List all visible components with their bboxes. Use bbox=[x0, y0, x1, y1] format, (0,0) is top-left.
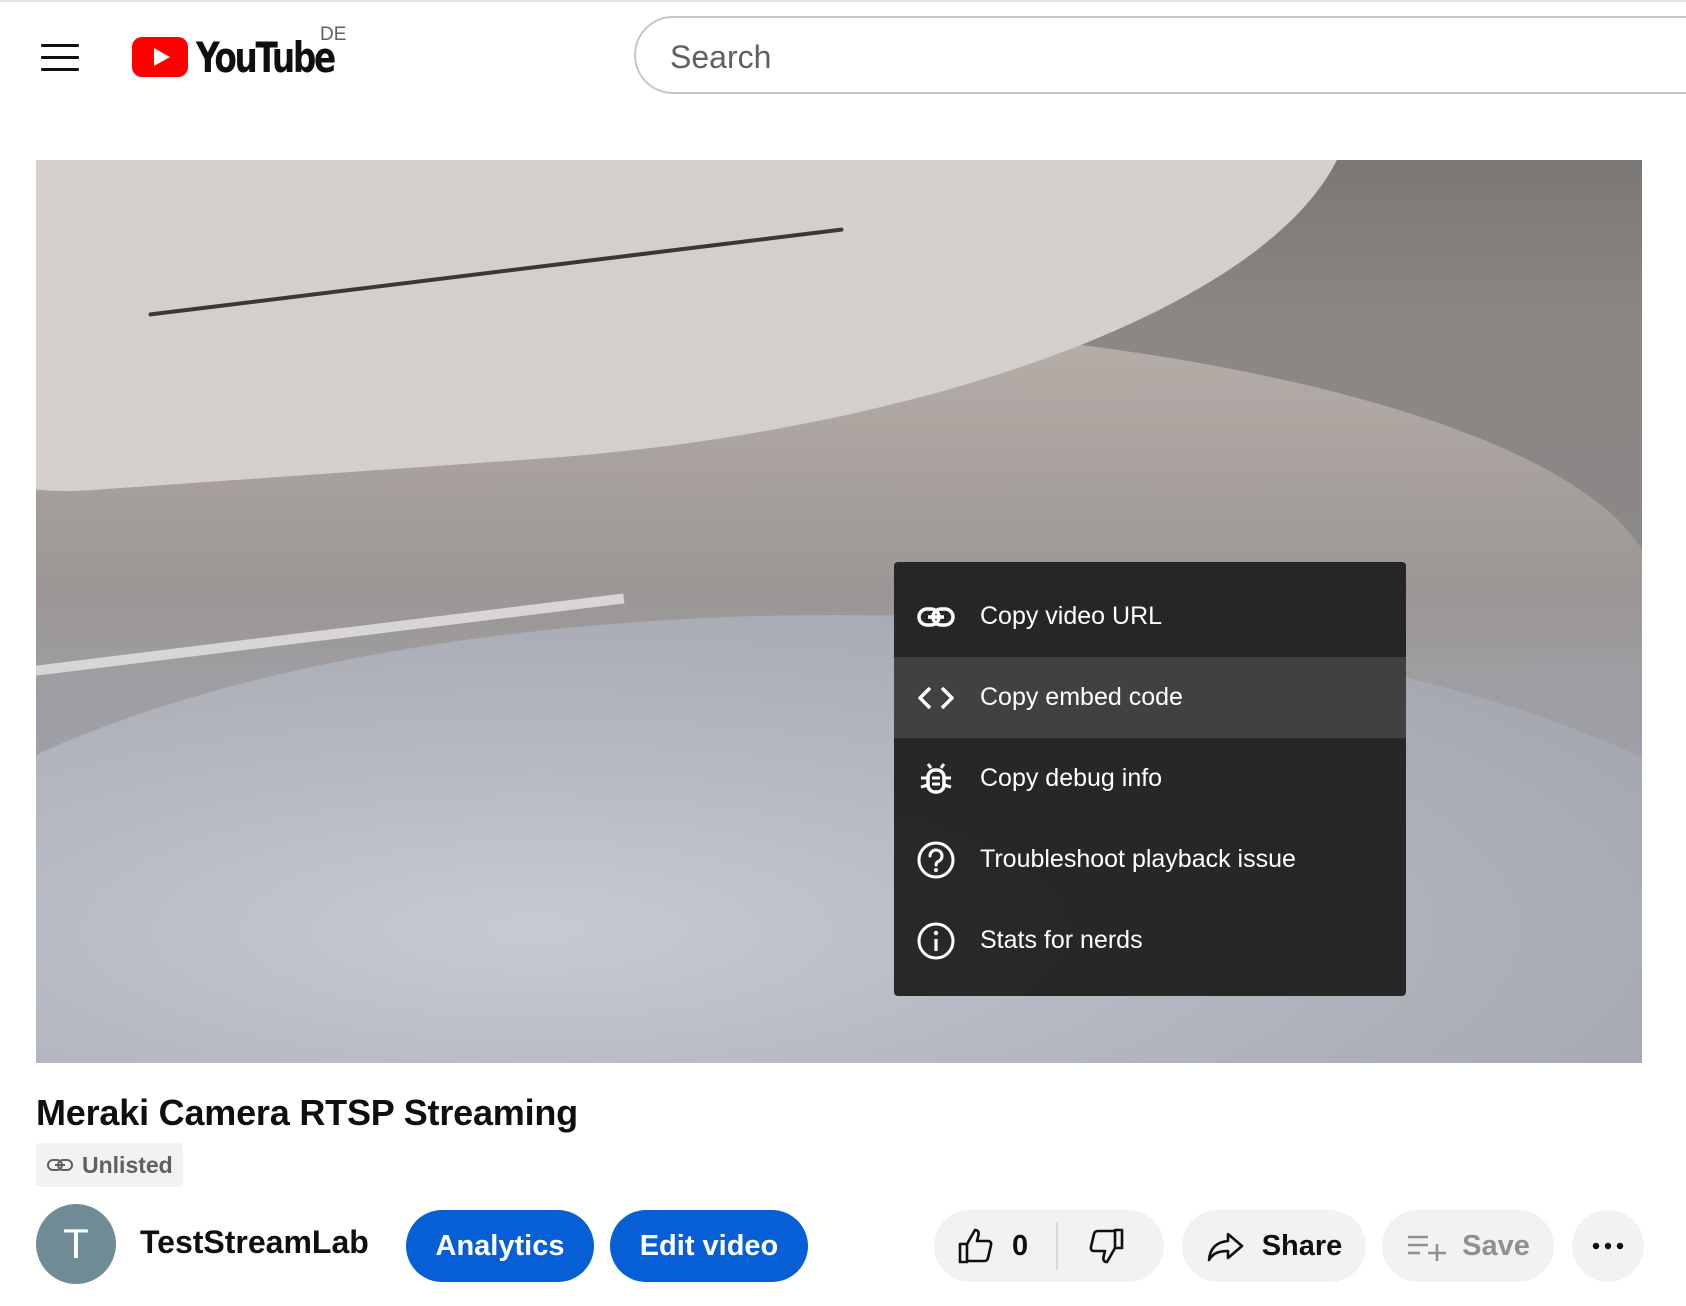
analytics-button[interactable]: Analytics bbox=[406, 1210, 594, 1282]
menu-item-label: Stats for nerds bbox=[980, 926, 1143, 954]
info-circle-icon bbox=[914, 919, 958, 963]
video-title: Meraki Camera RTSP Streaming bbox=[36, 1092, 578, 1133]
like-count: 0 bbox=[1012, 1229, 1029, 1262]
menu-item-copy-embed-code[interactable]: Copy embed code bbox=[894, 657, 1406, 738]
channel-name[interactable]: TestStreamLab bbox=[140, 1224, 369, 1261]
menu-item-label: Copy video URL bbox=[980, 602, 1163, 630]
thumbs-down-icon bbox=[1089, 1228, 1124, 1264]
save-button[interactable]: Save bbox=[1382, 1210, 1554, 1282]
menu-item-label: Troubleshoot playback issue bbox=[980, 845, 1296, 873]
menu-item-copy-debug-info[interactable]: Copy debug info bbox=[894, 738, 1406, 819]
menu-item-label: Copy embed code bbox=[980, 683, 1183, 711]
player-context-menu: Copy video URL Copy embed code Copy debu… bbox=[894, 562, 1406, 996]
menu-item-label: Copy debug info bbox=[980, 764, 1163, 792]
help-circle-icon bbox=[914, 838, 958, 882]
link-icon bbox=[47, 1159, 73, 1171]
dislike-button[interactable] bbox=[1058, 1210, 1154, 1282]
bug-icon bbox=[914, 757, 958, 801]
playlist-add-icon bbox=[1408, 1235, 1447, 1261]
menu-icon[interactable] bbox=[32, 30, 88, 86]
visibility-badge: Unlisted bbox=[36, 1143, 183, 1187]
link-icon bbox=[914, 595, 958, 639]
code-icon bbox=[914, 676, 958, 720]
top-border bbox=[0, 0, 1686, 2]
menu-item-stats-for-nerds[interactable]: Stats for nerds bbox=[894, 900, 1406, 981]
search-input[interactable] bbox=[668, 36, 1572, 78]
more-actions-button[interactable] bbox=[1572, 1210, 1644, 1282]
visibility-label: Unlisted bbox=[82, 1151, 173, 1178]
youtube-play-icon bbox=[132, 37, 188, 77]
like-button[interactable]: 0 bbox=[934, 1210, 1028, 1282]
thumbs-up-icon bbox=[958, 1228, 993, 1264]
menu-item-copy-video-url[interactable]: Copy video URL bbox=[894, 576, 1406, 657]
logo-wordmark: YouTube bbox=[196, 32, 336, 82]
save-label: Save bbox=[1462, 1229, 1530, 1262]
more-horizontal-icon bbox=[1592, 1242, 1624, 1250]
channel-avatar[interactable]: T bbox=[36, 1204, 116, 1284]
share-label: Share bbox=[1261, 1229, 1343, 1262]
like-dislike-group: 0 bbox=[934, 1210, 1164, 1282]
menu-item-troubleshoot[interactable]: Troubleshoot playback issue bbox=[894, 819, 1406, 900]
share-button[interactable]: Share bbox=[1182, 1210, 1366, 1282]
search-box[interactable] bbox=[634, 16, 1686, 94]
share-arrow-icon bbox=[1207, 1232, 1243, 1262]
country-code: DE bbox=[320, 24, 347, 45]
edit-video-button[interactable]: Edit video bbox=[610, 1210, 808, 1282]
